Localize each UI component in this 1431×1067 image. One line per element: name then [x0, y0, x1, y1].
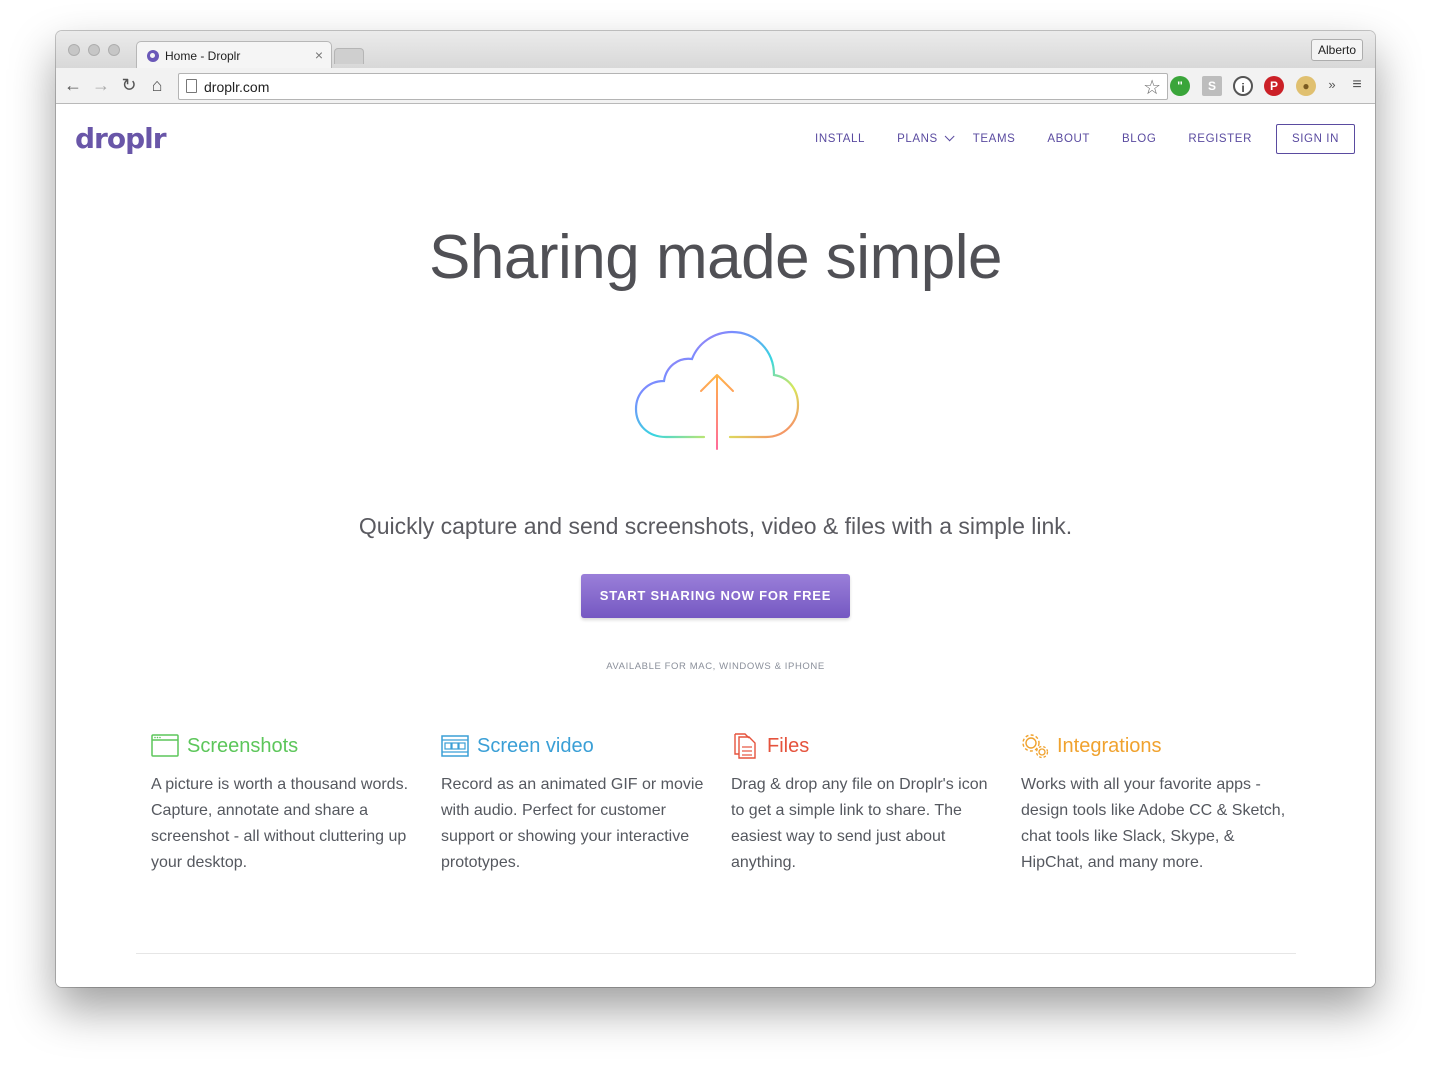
profile-button[interactable]: Alberto [1310, 39, 1363, 61]
forward-arrow-icon[interactable]: → [90, 74, 112, 96]
zoom-window-button[interactable] [108, 44, 120, 56]
s-extension-icon[interactable]: S [1202, 76, 1222, 96]
feature-screen-video: Screen video Record as an animated GIF o… [441, 732, 711, 876]
nav-plans[interactable]: PLANS [897, 131, 955, 145]
tab-close-icon[interactable]: × [315, 47, 323, 63]
page-icon [186, 79, 197, 93]
feature-files: Files Drag & drop any file on Droplr's i… [731, 732, 1001, 876]
hangouts-extension-icon[interactable]: " [1170, 76, 1190, 96]
browser-tab[interactable]: Home - Droplr × [136, 41, 332, 69]
feature-title: Integrations [1057, 734, 1162, 757]
feature-description: A picture is worth a thousand words. Cap… [151, 776, 409, 871]
section-divider [136, 953, 1296, 954]
main-nav: INSTALL PLANS TEAMS ABOUT BLOG REGISTER … [783, 124, 1355, 154]
browser-toolbar: ← → ↻ ⌂ droplr.com ☆ " S i P ● » ≡ [56, 68, 1375, 104]
feature-integrations: Integrations Works with all your favorit… [1021, 732, 1291, 876]
availability-note: AVAILABLE FOR MAC, WINDOWS & IPHONE [606, 661, 825, 672]
browser-window: Home - Droplr × Alberto ← → ↻ ⌂ droplr.c… [56, 31, 1375, 987]
feature-description: Drag & drop any file on Droplr's icon to… [731, 776, 988, 871]
url-text: droplr.com [204, 79, 270, 95]
page-content: droplr INSTALL PLANS TEAMS ABOUT BLOG RE… [56, 104, 1375, 987]
home-icon[interactable]: ⌂ [146, 74, 168, 96]
new-tab-button[interactable] [334, 48, 364, 64]
start-sharing-button[interactable]: START SHARING NOW FOR FREE [581, 574, 850, 618]
pinterest-extension-icon[interactable]: P [1264, 76, 1284, 96]
droplr-logo[interactable]: droplr [75, 122, 167, 155]
nav-teams[interactable]: TEAMS [973, 133, 1016, 145]
chevron-down-icon [944, 131, 955, 142]
nav-plans-label: PLANS [897, 133, 938, 145]
nav-blog[interactable]: BLOG [1122, 133, 1156, 145]
back-arrow-icon[interactable]: ← [62, 74, 84, 96]
hero-title: Sharing made simple [429, 223, 1002, 292]
cloud-upload-icon [634, 330, 800, 450]
nav-install[interactable]: INSTALL [815, 133, 865, 145]
close-window-button[interactable] [68, 44, 80, 56]
feature-title: Screenshots [187, 734, 299, 757]
droplr-favicon-icon [147, 50, 159, 62]
more-extensions-icon[interactable]: » [1321, 74, 1343, 96]
feature-title: Files [767, 734, 810, 757]
menu-icon[interactable]: ≡ [1346, 74, 1368, 96]
minimize-window-button[interactable] [88, 44, 100, 56]
sign-in-button[interactable]: SIGN IN [1275, 124, 1355, 154]
onepassword-extension-icon[interactable]: i [1233, 76, 1253, 96]
film-strip-icon [441, 735, 469, 757]
nav-register[interactable]: REGISTER [1188, 133, 1252, 145]
address-bar[interactable]: droplr.com ☆ [178, 73, 1168, 100]
feature-screenshots: Screenshots A picture is worth a thousan… [151, 732, 421, 876]
bookmark-star-icon[interactable]: ☆ [1143, 75, 1161, 100]
nav-about[interactable]: ABOUT [1047, 133, 1090, 145]
feature-description: Works with all your favorite apps - desi… [1021, 776, 1286, 871]
gears-icon [1022, 734, 1049, 759]
document-icon [734, 733, 756, 759]
reload-icon[interactable]: ↻ [118, 74, 140, 96]
title-bar: Home - Droplr × Alberto [56, 31, 1375, 69]
feature-title: Screen video [477, 734, 594, 757]
screenshot-icon [151, 734, 179, 757]
cookie-extension-icon[interactable]: ● [1296, 76, 1316, 96]
hero-subtitle: Quickly capture and send screenshots, vi… [358, 513, 1073, 539]
tab-title: Home - Droplr [165, 49, 241, 63]
feature-description: Record as an animated GIF or movie with … [441, 776, 704, 871]
